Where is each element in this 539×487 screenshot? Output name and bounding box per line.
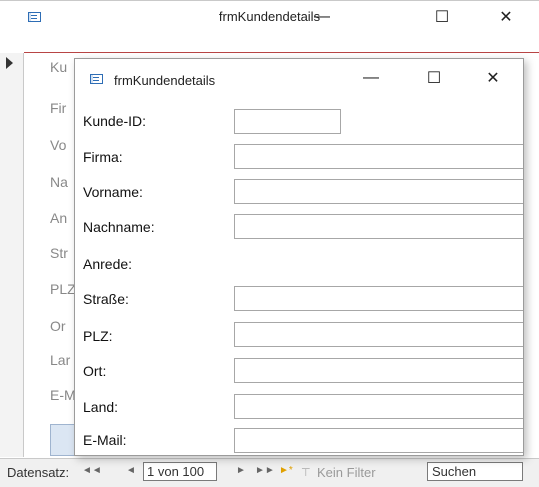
outer-titlebar: frmKundendetails — ☐ ✕ bbox=[0, 1, 539, 32]
outer-minimize-button[interactable]: — bbox=[299, 1, 345, 32]
outer-close-button[interactable]: ✕ bbox=[483, 1, 529, 32]
nachname-field[interactable] bbox=[234, 214, 523, 239]
strasse-field[interactable] bbox=[234, 286, 523, 311]
ort-field[interactable] bbox=[234, 358, 523, 383]
vorname-field[interactable] bbox=[234, 179, 523, 204]
plz-field[interactable] bbox=[234, 322, 523, 347]
record-selector-column[interactable] bbox=[0, 53, 24, 457]
new-record-button[interactable]: ►* bbox=[279, 465, 293, 476]
title-separator bbox=[24, 52, 539, 53]
anrede-label: Anrede: bbox=[83, 256, 133, 272]
outer-maximize-button[interactable]: ☐ bbox=[419, 1, 465, 32]
record-label: Datensatz: bbox=[7, 465, 70, 480]
land-label: Land: bbox=[83, 399, 119, 415]
nachname-label: Nachname: bbox=[83, 219, 155, 235]
inner-window: frmKundendetails — ☐ ✕ Kunde-ID: Firma: … bbox=[74, 58, 524, 456]
kunde-id-field[interactable] bbox=[234, 109, 341, 134]
email-field[interactable] bbox=[234, 428, 523, 453]
detail-background bbox=[24, 53, 44, 457]
next-record-button[interactable]: ► bbox=[236, 465, 246, 476]
land-field[interactable] bbox=[234, 394, 523, 419]
record-position-field[interactable]: 1 von 100 bbox=[143, 462, 217, 481]
form-icon bbox=[90, 74, 103, 84]
inner-close-button[interactable]: ✕ bbox=[470, 59, 516, 97]
plz-label: PLZ: bbox=[83, 328, 113, 344]
inner-minimize-button[interactable]: — bbox=[348, 59, 394, 97]
record-navigation-bar: Datensatz: ◄◄ ◄ 1 von 100 ► ►► ►* ⊤ Kein… bbox=[0, 458, 539, 487]
filter-icon: ⊤ bbox=[301, 467, 311, 479]
email-label: E-Mail: bbox=[83, 432, 127, 448]
vorname-label: Vorname: bbox=[83, 184, 143, 200]
inner-window-title: frmKundendetails bbox=[114, 73, 216, 88]
first-record-button[interactable]: ◄◄ bbox=[82, 465, 102, 476]
last-record-button[interactable]: ►► bbox=[255, 465, 275, 476]
search-input[interactable]: Suchen bbox=[427, 462, 523, 481]
record-selector-arrow-icon bbox=[6, 57, 13, 69]
strasse-label: Straße: bbox=[83, 291, 129, 307]
firma-label: Firma: bbox=[83, 149, 123, 165]
inner-maximize-button[interactable]: ☐ bbox=[411, 59, 457, 97]
ort-label: Ort: bbox=[83, 363, 107, 379]
previous-record-button[interactable]: ◄ bbox=[126, 465, 136, 476]
firma-field[interactable] bbox=[234, 144, 523, 169]
filter-status[interactable]: Kein Filter bbox=[317, 465, 376, 480]
kunde-id-label: Kunde-ID: bbox=[83, 113, 147, 129]
